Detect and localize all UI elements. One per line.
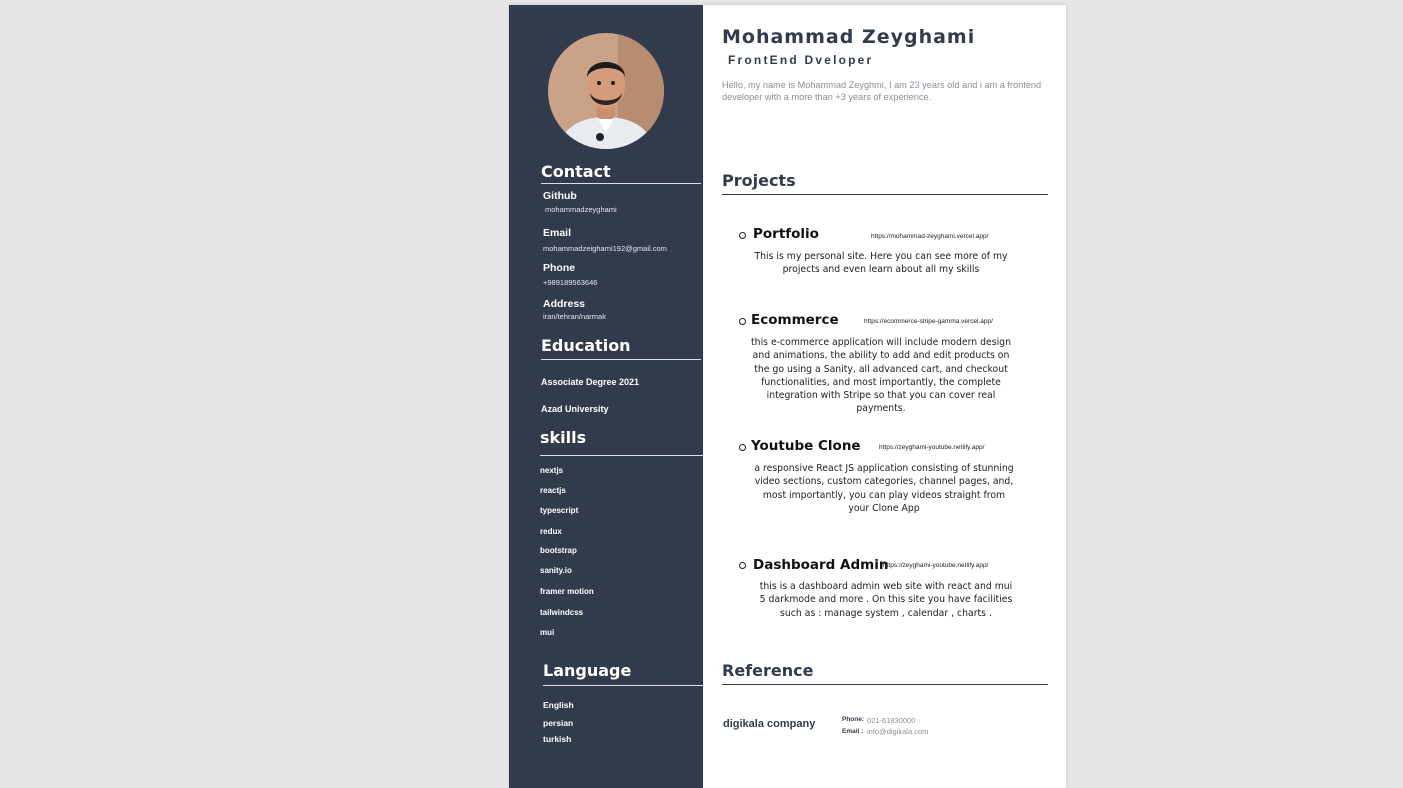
resume-main: Mohammad Zeyghami FrontEnd Dveloper Hell… <box>722 5 1048 788</box>
profile-role: FrontEnd Dveloper <box>728 53 874 67</box>
projects-heading: Projects <box>722 171 796 190</box>
language-item: turkish <box>543 734 572 744</box>
language-divider <box>543 685 703 686</box>
profile-photo-image <box>548 33 664 149</box>
education-school: Azad University <box>541 404 609 414</box>
project-link[interactable]: https://zeyghami-youtube.netlify.app/ <box>883 562 988 569</box>
skill-item: framer motion <box>540 587 594 596</box>
education-divider <box>541 359 701 360</box>
phone-value: +989189563646 <box>543 278 598 287</box>
reference-company: digikala company <box>723 718 816 730</box>
skills-divider <box>540 455 703 456</box>
skill-item: redux <box>540 527 562 536</box>
github-value: mohammadzeyghami <box>545 205 617 214</box>
phone-label: Phone <box>543 262 576 274</box>
reference-phone-label: Phone: <box>842 716 865 723</box>
profile-name: Mohammad Zeyghami <box>722 26 976 48</box>
skill-item: typescript <box>540 506 579 515</box>
bullet-icon <box>739 562 746 569</box>
project-link[interactable]: https://zeyghami-youtube.netlify.app/ <box>879 444 984 451</box>
language-item: persian <box>543 718 574 728</box>
project-description: a responsive React JS application consis… <box>754 463 1014 514</box>
address-label: Address <box>543 298 586 310</box>
skill-item: nextjs <box>540 466 564 475</box>
contact-divider <box>541 183 701 184</box>
reference-phone-value: 021-61930000 <box>867 716 916 725</box>
skill-item: sanity.io <box>540 566 572 575</box>
skill-item: mui <box>540 628 555 637</box>
skill-item: tailwindcss <box>540 608 584 617</box>
bullet-icon <box>739 318 746 325</box>
profile-photo <box>548 33 664 149</box>
project-title: Dashboard Admin <box>753 557 889 573</box>
address-value: iran/tehran/narmak <box>543 312 606 321</box>
project-link[interactable]: https://mohammad-zeyghami.vercel.app/ <box>871 233 988 240</box>
education-heading: Education <box>541 336 631 355</box>
language-item: English <box>543 700 574 710</box>
project-description: this is a dashboard admin web site with … <box>759 581 1013 619</box>
email-label: Email <box>543 227 572 239</box>
reference-email-value[interactable]: info@digikala.com <box>867 727 928 736</box>
skills-heading: skills <box>540 428 587 447</box>
skill-item: bootstrap <box>540 546 577 555</box>
contact-heading: Contact <box>541 162 611 181</box>
education-degree: Associate Degree 2021 <box>541 377 640 387</box>
reference-heading: Reference <box>722 661 814 680</box>
project-title: Portfolio <box>753 226 819 242</box>
resume-sidebar: Contact Github mohammadzeyghami Email mo… <box>509 5 703 788</box>
projects-divider <box>722 194 1048 195</box>
reference-divider <box>722 684 1048 685</box>
resume-page: Contact Github mohammadzeyghami Email mo… <box>509 5 1066 788</box>
github-label: Github <box>543 190 577 202</box>
project-link[interactable]: https://ecommerce-stripe-gamma.vercel.ap… <box>864 318 993 325</box>
reference-email-label: Email : <box>842 728 864 735</box>
profile-bio: Hello, my name is Mohammad Zeyghmi, I am… <box>722 80 1042 102</box>
project-title: Youtube Clone <box>751 438 861 454</box>
project-description: this e-commerce application will include… <box>751 337 1011 415</box>
project-title: Ecommerce <box>751 312 839 328</box>
bullet-icon <box>739 444 746 451</box>
project-description: This is my personal site. Here you can s… <box>754 251 1008 276</box>
language-heading: Language <box>543 661 632 680</box>
skill-item: reactjs <box>540 486 566 495</box>
email-value: mohammadzeighami192@gmail.com <box>543 244 667 253</box>
bullet-icon <box>739 232 746 239</box>
